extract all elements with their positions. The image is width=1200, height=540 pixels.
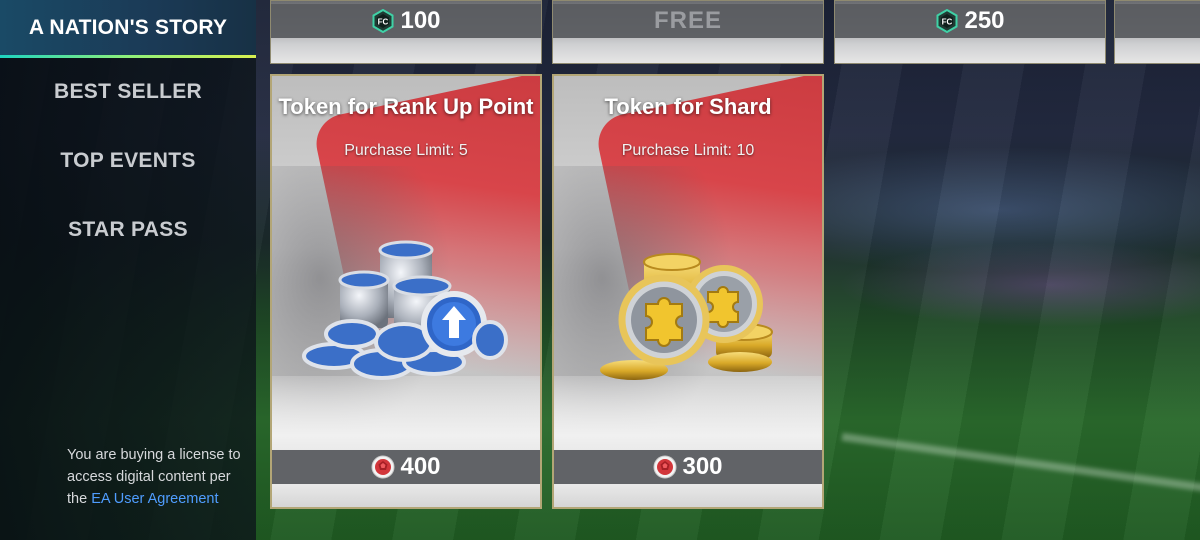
sidebar-item-label: A NATION'S STORY <box>28 15 228 39</box>
purchase-limit: Purchase Limit: 10 <box>621 142 755 159</box>
price-value: 100 <box>400 7 441 34</box>
shop-sidebar: A NATION'S STORY BEST SELLER TOP EVENTS … <box>0 0 256 540</box>
sidebar-item-label: STAR PASS <box>68 218 188 241</box>
svg-text:FC: FC <box>942 18 953 27</box>
price-bar: 400 <box>272 450 540 484</box>
price-bar: FC 100 <box>271 4 541 38</box>
price-value: 250 <box>964 7 1005 34</box>
price-value: 400 <box>400 453 441 480</box>
fc-points-icon: FC <box>372 9 394 33</box>
red-gem-icon <box>371 455 395 479</box>
rank-up-tokens-icon <box>302 240 508 380</box>
red-gem-icon <box>653 455 677 479</box>
offer-card-top-1[interactable]: FC 100 <box>270 0 542 64</box>
offer-card-rank-up-token[interactable]: Token for Rank Up Point Purchase Limit: … <box>270 74 542 509</box>
price-bar: 300 <box>554 450 822 484</box>
svg-text:FC: FC <box>378 18 389 27</box>
offer-card-shard-token[interactable]: Token for Shard Purchase Limit: 10 300 <box>552 74 824 509</box>
offer-card-top-2[interactable]: FREE <box>552 0 824 64</box>
ea-user-agreement-link[interactable]: EA User Agreement <box>91 491 218 507</box>
sidebar-item-best-seller[interactable]: BEST SELLER <box>0 68 256 116</box>
offer-card-top-3[interactable]: FC 250 <box>834 0 1106 64</box>
sidebar-item-label: BEST SELLER <box>54 80 202 103</box>
price-bar: FREE <box>553 4 823 38</box>
sidebar-item-star-pass[interactable]: STAR PASS <box>0 206 256 254</box>
purchase-limit: Purchase Limit: 5 <box>344 142 468 159</box>
sidebar-item-top-events[interactable]: TOP EVENTS <box>0 137 256 185</box>
offer-card-top-4[interactable] <box>1114 0 1200 64</box>
price-free-label: FREE <box>653 7 722 34</box>
price-value: 300 <box>682 453 723 480</box>
offer-title: Token for Shard <box>604 94 772 119</box>
license-notice: You are buying a license to access digit… <box>67 444 253 510</box>
price-bar <box>1115 4 1200 38</box>
sidebar-item-a-nations-story[interactable]: A NATION'S STORY <box>0 0 256 58</box>
fc-points-icon: FC <box>936 9 958 33</box>
shard-puzzle-coins-icon <box>600 253 773 380</box>
offer-title: Token for Rank Up Point <box>278 94 534 119</box>
price-bar: FC 250 <box>835 4 1105 38</box>
sidebar-item-label: TOP EVENTS <box>60 149 196 172</box>
